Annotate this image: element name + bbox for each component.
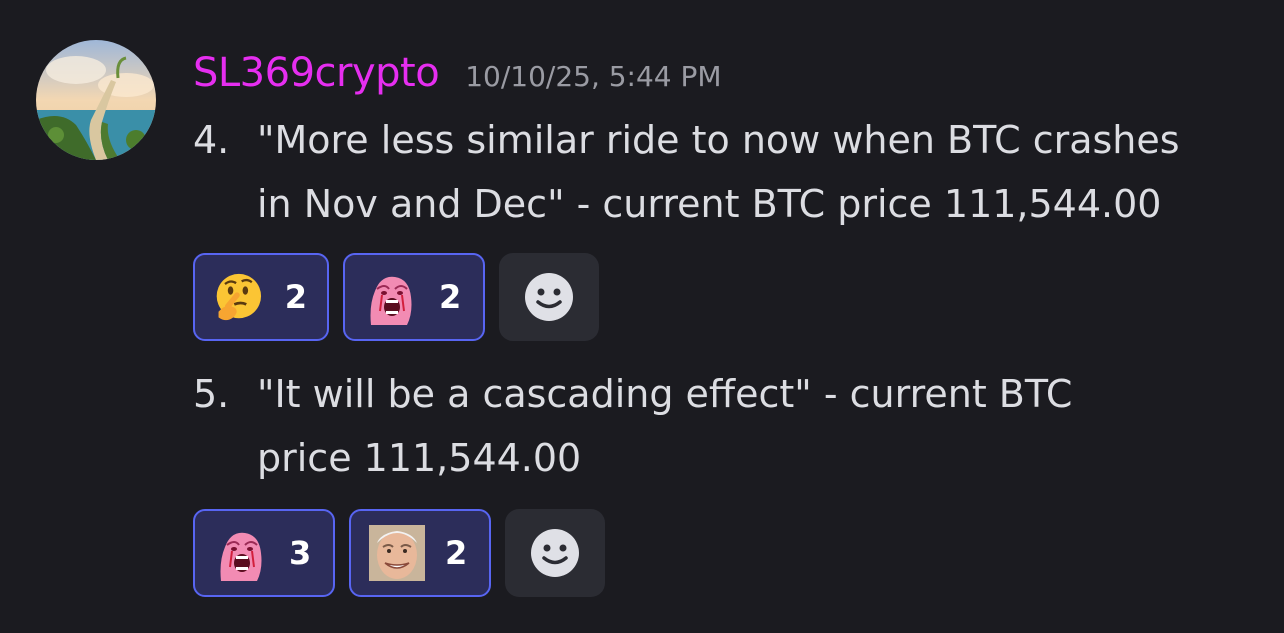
list-item-text-line: "It will be a cascading effect" - curren…	[257, 372, 1073, 416]
timestamp: 10/10/25, 5:44 PM	[465, 60, 722, 93]
reaction-crying-wojak[interactable]: 2	[343, 253, 485, 341]
crying-wojak-icon	[220, 532, 262, 581]
crying-wojak-icon	[370, 276, 412, 325]
chat-message: SL369crypto 10/10/25, 5:44 PM 4. "More l…	[0, 0, 1284, 633]
add-reaction-button[interactable]	[499, 253, 599, 341]
reaction-bar: 3 2	[193, 509, 605, 597]
list-item-number: 4.	[193, 118, 230, 162]
smiley-icon	[525, 273, 573, 321]
reaction-harold[interactable]: 2	[349, 509, 491, 597]
add-reaction-button[interactable]	[505, 509, 605, 597]
smiley-icon	[531, 529, 579, 577]
username[interactable]: SL369crypto	[193, 50, 440, 96]
reaction-bar: 2 2	[193, 253, 599, 341]
hide-the-pain-harold-icon	[369, 525, 425, 581]
reaction-count: 2	[439, 278, 462, 316]
reaction-count: 3	[289, 534, 312, 572]
reaction-crying-wojak[interactable]: 3	[193, 509, 335, 597]
list-item-text-line: in Nov and Dec" - current BTC price 111,…	[257, 182, 1162, 226]
reaction-count: 2	[284, 278, 307, 316]
message-header: SL369crypto 10/10/25, 5:44 PM	[193, 50, 722, 106]
thinking-face-icon	[216, 273, 262, 321]
avatar[interactable]	[36, 40, 156, 160]
list-item-text-line: "More less similar ride to now when BTC …	[257, 118, 1180, 162]
reaction-thinking[interactable]: 2	[193, 253, 329, 341]
list-item-number: 5.	[193, 372, 230, 416]
reaction-count: 2	[445, 534, 468, 572]
list-item-text-line: price 111,544.00	[257, 436, 582, 480]
